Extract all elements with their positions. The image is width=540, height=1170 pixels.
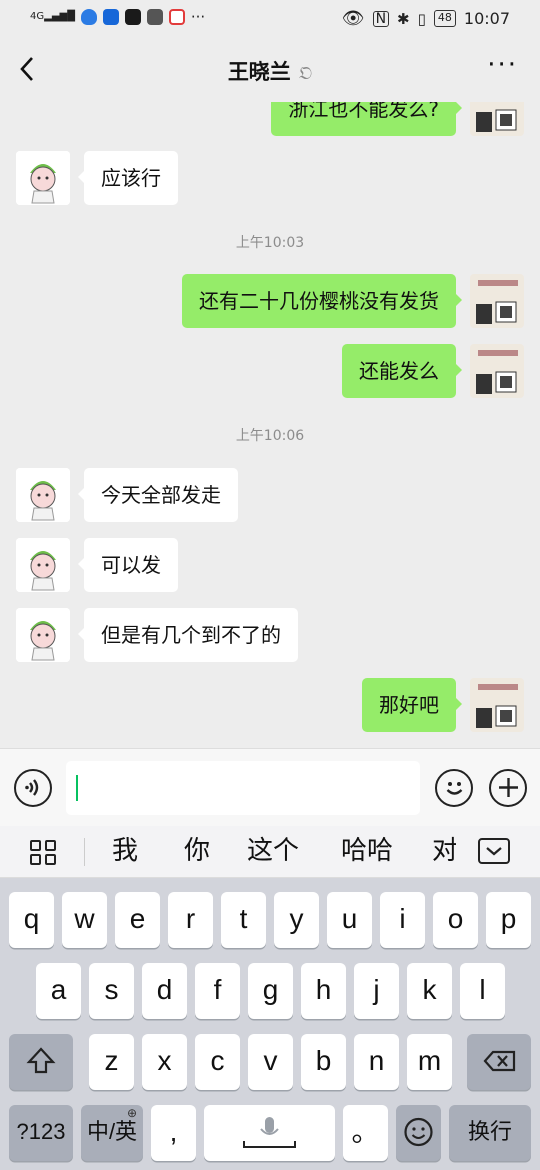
emoji-icon[interactable] xyxy=(435,769,473,807)
received-message-bubble[interactable]: 可以发 xyxy=(78,538,178,592)
signal-icon: 4G▂▄▆█ xyxy=(30,11,75,22)
candidate-word[interactable]: 我 xyxy=(112,834,138,868)
key-g[interactable]: g xyxy=(248,963,293,1019)
vibrate-icon: ▯ xyxy=(417,9,426,28)
message-row: 但是有几个到不了的 xyxy=(16,608,298,662)
lightbulb-app-icon xyxy=(102,9,119,25)
language-switch-label: 中/英 xyxy=(86,1119,138,1144)
message-row: 应该行 xyxy=(16,151,178,205)
message-row: 浙江也不能发么? xyxy=(271,102,524,136)
ear-icon: 𝔒 xyxy=(298,63,313,84)
space-key[interactable] xyxy=(204,1105,335,1161)
red-app-icon xyxy=(168,9,185,25)
contact-name: 王晓兰 xyxy=(227,60,291,84)
key-d[interactable]: d xyxy=(142,963,187,1019)
calendar-app-icon xyxy=(146,9,163,25)
bluetooth-icon: ✱ xyxy=(397,9,410,28)
key-w[interactable]: w xyxy=(62,892,107,948)
battery-icon: 48 xyxy=(433,10,456,27)
qq-app-icon xyxy=(124,9,141,25)
key-i[interactable]: i xyxy=(380,892,425,948)
my-avatar[interactable] xyxy=(470,274,524,328)
message-row: 还有二十几份樱桃没有发货 xyxy=(182,274,524,328)
candidate-word[interactable]: 哈哈 xyxy=(341,834,393,868)
clock: 10:07 xyxy=(463,9,510,28)
shift-key[interactable] xyxy=(9,1034,73,1090)
key-j[interactable]: j xyxy=(354,963,399,1019)
key-h[interactable]: h xyxy=(301,963,346,1019)
message-row: 那好吧 xyxy=(362,678,524,732)
message-row: 可以发 xyxy=(16,538,178,592)
key-l[interactable]: l xyxy=(460,963,505,1019)
contact-name-title: 王晓兰 𝔒 xyxy=(0,56,540,86)
enter-key[interactable]: 换行 xyxy=(449,1105,531,1161)
contact-avatar[interactable] xyxy=(16,608,70,662)
key-a[interactable]: a xyxy=(36,963,81,1019)
key-s[interactable]: s xyxy=(89,963,134,1019)
comma-key[interactable]: , xyxy=(151,1105,196,1161)
timestamp: 上午10:03 xyxy=(235,235,305,251)
received-message-bubble[interactable]: 但是有几个到不了的 xyxy=(78,608,298,662)
key-n[interactable]: n xyxy=(354,1034,399,1090)
key-o[interactable]: o xyxy=(433,892,478,948)
plus-more-icon[interactable] xyxy=(489,769,527,807)
ime-menu-grid-icon[interactable] xyxy=(30,840,58,866)
backspace-key[interactable] xyxy=(467,1034,531,1090)
received-message-bubble[interactable]: 今天全部发走 xyxy=(78,468,238,522)
received-message-bubble[interactable]: 应该行 xyxy=(78,151,178,205)
my-avatar[interactable] xyxy=(470,678,524,732)
numbers-key[interactable]: ?123 xyxy=(9,1105,73,1161)
input-bar xyxy=(0,748,540,826)
sent-message-bubble[interactable]: 浙江也不能发么? xyxy=(271,102,462,136)
contact-avatar[interactable] xyxy=(16,468,70,522)
globe-icon: ⊕ xyxy=(126,1106,137,1120)
key-x[interactable]: x xyxy=(142,1034,187,1090)
key-y[interactable]: y xyxy=(274,892,319,948)
key-c[interactable]: c xyxy=(195,1034,240,1090)
key-f[interactable]: f xyxy=(195,963,240,1019)
key-e[interactable]: e xyxy=(115,892,160,948)
text-cursor xyxy=(76,775,78,801)
emoji-key[interactable] xyxy=(396,1105,441,1161)
nfc-icon: N xyxy=(372,10,390,27)
collapse-keyboard-icon[interactable] xyxy=(478,838,510,864)
more-options-icon[interactable]: ··· xyxy=(487,50,518,80)
period-key[interactable]: 。 xyxy=(343,1105,388,1161)
shield-app-icon xyxy=(80,9,97,25)
sent-message-bubble[interactable]: 还能发么 xyxy=(342,344,462,398)
keyboard: q w e r t y u i o p a s d f g h j k l z … xyxy=(0,878,540,1170)
sent-message-bubble[interactable]: 那好吧 xyxy=(362,678,462,732)
key-r[interactable]: r xyxy=(168,892,213,948)
message-row: 还能发么 xyxy=(342,344,524,398)
eye-icon: 👁 xyxy=(341,8,365,29)
status-bar: 4G▂▄▆█ ··· 👁 N ✱ ▯ 48 10:07 xyxy=(0,0,540,38)
key-q[interactable]: q xyxy=(9,892,54,948)
candidate-word[interactable]: 这个 xyxy=(247,834,299,868)
key-b[interactable]: b xyxy=(301,1034,346,1090)
message-list[interactable]: 浙江也不能发么? 应该行 上午10:03 还有二十几份樱桃没有发货 还能发么 上… xyxy=(0,102,540,748)
candidate-word[interactable]: 对 xyxy=(432,834,456,868)
voice-input-icon[interactable] xyxy=(14,769,52,807)
key-t[interactable]: t xyxy=(221,892,266,948)
key-m[interactable]: m xyxy=(407,1034,452,1090)
my-avatar[interactable] xyxy=(470,102,524,136)
key-k[interactable]: k xyxy=(407,963,452,1019)
key-u[interactable]: u xyxy=(327,892,372,948)
timestamp: 上午10:06 xyxy=(235,428,305,444)
key-z[interactable]: z xyxy=(89,1034,134,1090)
message-input[interactable] xyxy=(66,761,420,815)
key-p[interactable]: p xyxy=(486,892,531,948)
candidate-word[interactable]: 你 xyxy=(184,834,210,868)
my-avatar[interactable] xyxy=(470,344,524,398)
more-notifications-icon: ··· xyxy=(190,8,206,26)
contact-avatar[interactable] xyxy=(16,538,70,592)
sent-message-bubble[interactable]: 还有二十几份樱桃没有发货 xyxy=(182,274,462,328)
ime-candidate-bar: 我 你 这个 哈哈 对 xyxy=(0,826,540,878)
chat-header: 王晓兰 𝔒 ··· xyxy=(0,38,540,102)
contact-avatar[interactable] xyxy=(16,151,70,205)
language-switch-key[interactable]: ⊕ 中/英 xyxy=(81,1105,143,1161)
divider xyxy=(84,838,85,866)
key-v[interactable]: v xyxy=(248,1034,293,1090)
message-row: 今天全部发走 xyxy=(16,468,238,522)
